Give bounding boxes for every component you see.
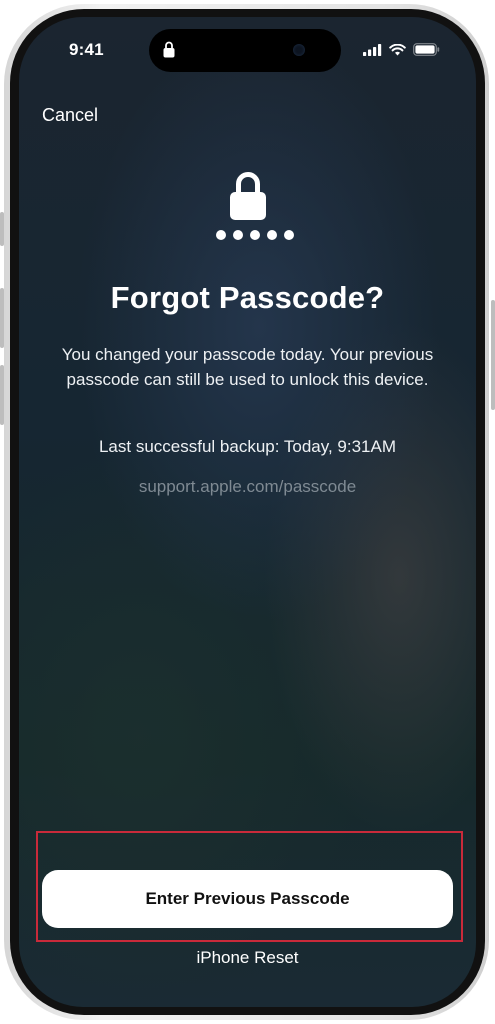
page-title: Forgot Passcode? (110, 280, 385, 315)
power-button (491, 300, 495, 410)
iphone-reset-button[interactable]: iPhone Reset (19, 948, 476, 968)
dynamic-island (149, 29, 341, 72)
wifi-icon (389, 43, 406, 61)
status-icons (363, 43, 440, 61)
passcode-dot (233, 230, 243, 240)
description-text: You changed your passcode today. Your pr… (61, 345, 434, 389)
lock-icon (163, 41, 175, 63)
battery-icon (413, 43, 440, 61)
backup-status: Last successful backup: Today, 9:31AM (98, 437, 397, 456)
passcode-dots (216, 230, 294, 240)
enter-previous-passcode-button[interactable]: Enter Previous Passcode (42, 870, 453, 928)
screen: 9:41 Cancel Forgot Passcode? You changed… (19, 17, 476, 1007)
passcode-dot (284, 230, 294, 240)
status-time: 9:41 (69, 40, 104, 59)
passcode-dot (267, 230, 277, 240)
passcode-dot (216, 230, 226, 240)
support-link[interactable]: support.apple.com/passcode (19, 477, 476, 497)
signal-icon (363, 43, 382, 61)
cancel-button[interactable]: Cancel (42, 105, 98, 126)
lock-icon (229, 169, 267, 226)
passcode-dot (250, 230, 260, 240)
camera-icon (293, 44, 305, 56)
device-mockup: 9:41 Cancel Forgot Passcode? You changed… (0, 0, 495, 1024)
